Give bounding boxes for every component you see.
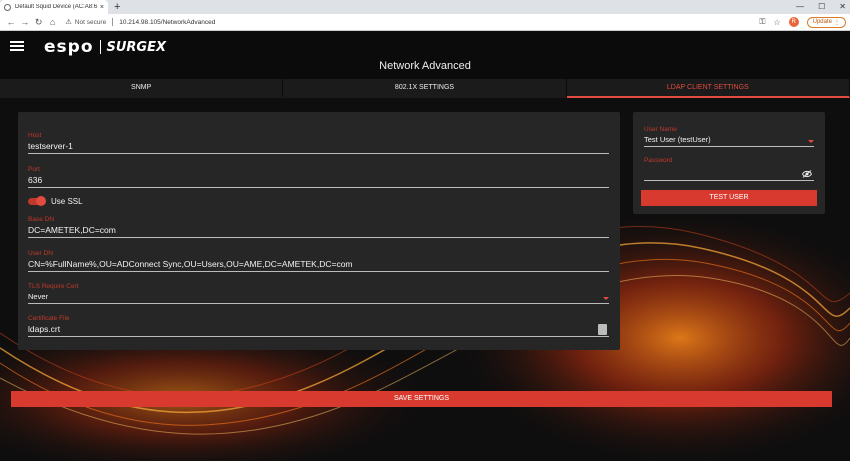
port-underline (28, 187, 609, 188)
user-name-value[interactable]: Test User (testUser) (644, 135, 814, 144)
tab-ldap-client-settings[interactable]: LDAP CLIENT SETTINGS (566, 79, 850, 98)
avatar[interactable]: R (788, 17, 799, 27)
update-button[interactable]: Update ⋮ (806, 16, 846, 28)
tls-require-cert-select[interactable]: TLS Require Cert Never (28, 283, 609, 304)
host-field[interactable]: Host testserver-1 (28, 132, 609, 154)
password-input[interactable] (644, 166, 814, 178)
certificate-file-input[interactable]: ldaps.crt (28, 324, 609, 334)
tab-8021x-settings[interactable]: 802.1X SETTINGS (283, 79, 567, 98)
user-dn-input[interactable]: CN=%FullName%,OU=ADConnect Sync,OU=Users… (28, 259, 609, 269)
reload-icon[interactable]: ↻ (32, 17, 46, 28)
tls-require-cert-underline (28, 303, 609, 304)
ldap-settings-card: Host testserver-1 Port 636 Use SSL Base … (18, 112, 620, 350)
browser-tab[interactable]: Default Squid Device (AC:A8:67:... × (0, 0, 108, 14)
host-label: Host (28, 132, 42, 139)
more-icon: ⋮ (834, 19, 840, 26)
star-icon[interactable]: ☆ (773, 18, 780, 27)
base-dn-label: Base DN (28, 216, 55, 223)
user-dn-label: User DN (28, 250, 53, 257)
eye-off-icon[interactable] (802, 170, 812, 178)
close-window-icon[interactable]: ✕ (839, 0, 846, 14)
home-icon[interactable]: ⌂ (46, 17, 60, 27)
certificate-file-field[interactable]: Certificate File ldaps.crt (28, 315, 609, 337)
window-controls: — ☐ ✕ (796, 0, 846, 14)
base-dn-field[interactable]: Base DN DC=AMETEK,DC=com (28, 216, 609, 238)
tls-require-cert-value[interactable]: Never (28, 292, 609, 301)
settings-tabs: SNMP 802.1X SETTINGS LDAP CLIENT SETTING… (0, 79, 850, 98)
user-name-label: User Name (644, 126, 677, 133)
address-separator (112, 18, 114, 26)
user-name-select[interactable]: User Name Test User (testUser) (644, 126, 814, 147)
certificate-file-label: Certificate File (28, 315, 70, 322)
use-ssl-knob[interactable] (36, 196, 46, 206)
use-ssl-track[interactable] (28, 196, 46, 206)
password-field[interactable]: Password (644, 157, 814, 181)
update-label: Update (812, 19, 832, 25)
use-ssl-label: Use SSL (51, 197, 83, 206)
chevron-down-icon[interactable] (808, 140, 814, 143)
host-underline (28, 153, 609, 154)
user-name-underline (644, 146, 814, 147)
toolbar-actions: ⚿ ☆ R Update ⋮ (759, 16, 846, 28)
port-label: Port (28, 166, 40, 173)
key-icon[interactable]: ⚿ (759, 17, 765, 27)
new-tab-button[interactable]: + (114, 0, 120, 14)
browser-tab-strip: Default Squid Device (AC:A8:67:... × + —… (0, 0, 850, 14)
logo-espo: espo (44, 37, 94, 57)
browser-toolbar: ← → ↻ ⌂ ⚠ Not secure 10.214.98.105/Netwo… (0, 14, 850, 31)
back-icon[interactable]: ← (4, 17, 18, 27)
certificate-file-underline (28, 336, 609, 337)
globe-icon (4, 3, 11, 11)
address-bar[interactable]: ⚠ Not secure 10.214.98.105/NetworkAdvanc… (66, 16, 760, 28)
minimize-icon[interactable]: — (796, 0, 804, 14)
port-input[interactable]: 636 (28, 175, 609, 185)
app-header: espo SURGEX Network Advanced (0, 31, 850, 79)
password-label: Password (644, 157, 673, 164)
port-field[interactable]: Port 636 (28, 166, 609, 188)
test-user-button[interactable]: TEST USER (641, 190, 817, 206)
url-text: 10.214.98.105/NetworkAdvanced (119, 18, 216, 26)
maximize-icon[interactable]: ☐ (818, 0, 825, 14)
not-secure-label: Not secure (74, 18, 107, 26)
file-upload-icon[interactable] (598, 324, 607, 335)
save-settings-button[interactable]: SAVE SETTINGS (11, 391, 832, 407)
host-input[interactable]: testserver-1 (28, 141, 609, 151)
close-icon[interactable]: × (100, 4, 104, 11)
logo-divider (99, 40, 101, 54)
base-dn-underline (28, 237, 609, 238)
chevron-down-icon[interactable] (603, 297, 609, 300)
menu-icon[interactable] (10, 41, 24, 51)
tab-snmp[interactable]: SNMP (0, 79, 284, 98)
password-underline (644, 180, 814, 181)
forward-icon[interactable]: → (18, 17, 32, 27)
test-user-card: User Name Test User (testUser) Password … (633, 112, 825, 214)
page-title: Network Advanced (379, 60, 471, 72)
logo: espo SURGEX (44, 37, 166, 57)
tls-require-cert-label: TLS Require Cert (28, 283, 79, 290)
browser-tab-title: Default Squid Device (AC:A8:67:... (15, 4, 98, 10)
user-dn-field[interactable]: User DN CN=%FullName%,OU=ADConnect Sync,… (28, 250, 609, 272)
user-dn-underline (28, 271, 609, 272)
logo-surgex: SURGEX (106, 39, 167, 55)
content-area: Host testserver-1 Port 636 Use SSL Base … (0, 98, 850, 461)
use-ssl-toggle[interactable]: Use SSL (28, 196, 83, 206)
warning-icon: ⚠ (65, 19, 72, 26)
base-dn-input[interactable]: DC=AMETEK,DC=com (28, 225, 609, 235)
